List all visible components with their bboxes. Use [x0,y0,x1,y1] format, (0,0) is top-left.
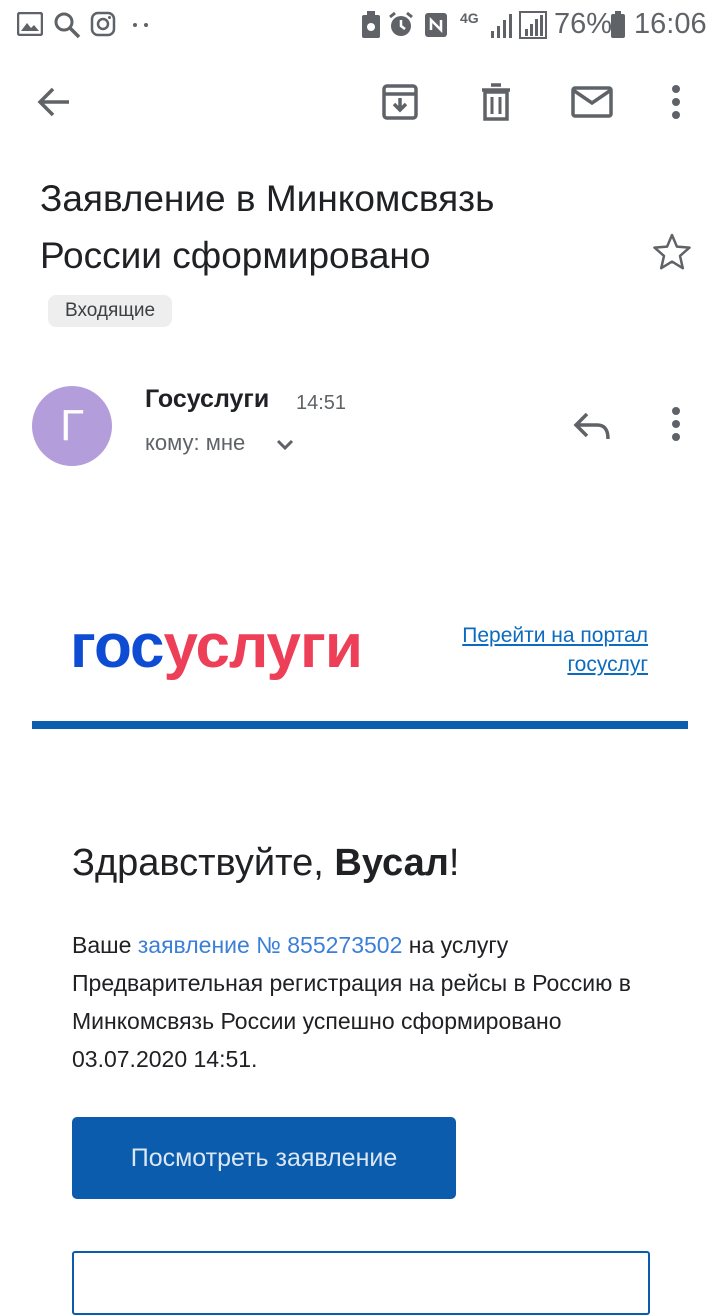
logo-part: гос [70,612,165,681]
nfc-icon [422,10,450,40]
signal-icon [518,10,548,40]
header-divider [32,721,688,729]
logo-part: услуги [163,612,363,681]
greeting-prefix: Здравствуйте, [72,842,335,884]
sender-name: Госуслуги [145,385,270,413]
portal-link[interactable]: Перейти на портал госуслуг [400,621,648,679]
back-arrow-icon [36,84,72,125]
instagram-icon [89,10,117,38]
chevron-down-icon [275,438,295,457]
reply-icon [573,411,611,446]
alarm-icon [386,10,416,40]
more-vert-icon [671,406,681,447]
more-vert-icon [671,84,681,125]
archive-icon [381,83,419,126]
more-options-button[interactable] [646,74,706,134]
signal-icon [488,10,516,40]
portal-link-line: Перейти на портал [462,624,648,647]
recipients-toggle[interactable]: кому: мне [145,428,305,460]
application-link[interactable]: заявление № 855273502 [138,932,403,958]
portal-link-line: госуслуг [567,653,648,676]
secondary-box [72,1251,650,1315]
greeting: Здравствуйте, Вусал! [72,842,459,885]
email-time: 14:51 [296,392,347,414]
clock: 16:06 [634,8,707,40]
archive-button[interactable] [370,74,430,134]
greeting-suffix: ! [448,842,460,884]
subject-line: Заявление в Минкомсвязь [40,178,495,219]
mark-unread-icon [571,85,613,123]
battery-percent: 76% [554,8,613,40]
message-paragraph: Ваше заявление № 855273502 на услугу Пре… [72,926,632,1078]
gallery-icon [16,10,44,38]
avatar[interactable]: Г [32,386,112,466]
search-icon [52,10,82,40]
message-more-button[interactable] [650,400,702,452]
para-prefix: Ваше [72,932,138,958]
delete-button[interactable] [466,74,526,134]
battery-saver-icon [360,10,382,40]
view-application-button[interactable]: Посмотреть заявление [72,1117,456,1199]
battery-icon [609,10,627,40]
star-icon [652,232,692,277]
subject-line: России сформировано [40,235,431,276]
back-button[interactable] [24,74,84,134]
mark-unread-button[interactable] [562,74,622,134]
delete-icon [479,82,513,126]
gosuslugi-logo: госуслуги [70,612,363,682]
network-type: 4G [460,10,479,26]
greeting-name: Вусал [334,842,449,884]
reply-button[interactable] [564,400,620,456]
email-subject: Заявление в Минкомсвязь России сформиров… [40,170,600,284]
star-button[interactable] [646,228,698,280]
status-bar: 4G 76% 16:06 [0,0,720,50]
inbox-label-chip[interactable]: Входящие [48,295,173,327]
dots-icon [130,18,152,32]
recipient-text: кому: мне [145,430,246,455]
